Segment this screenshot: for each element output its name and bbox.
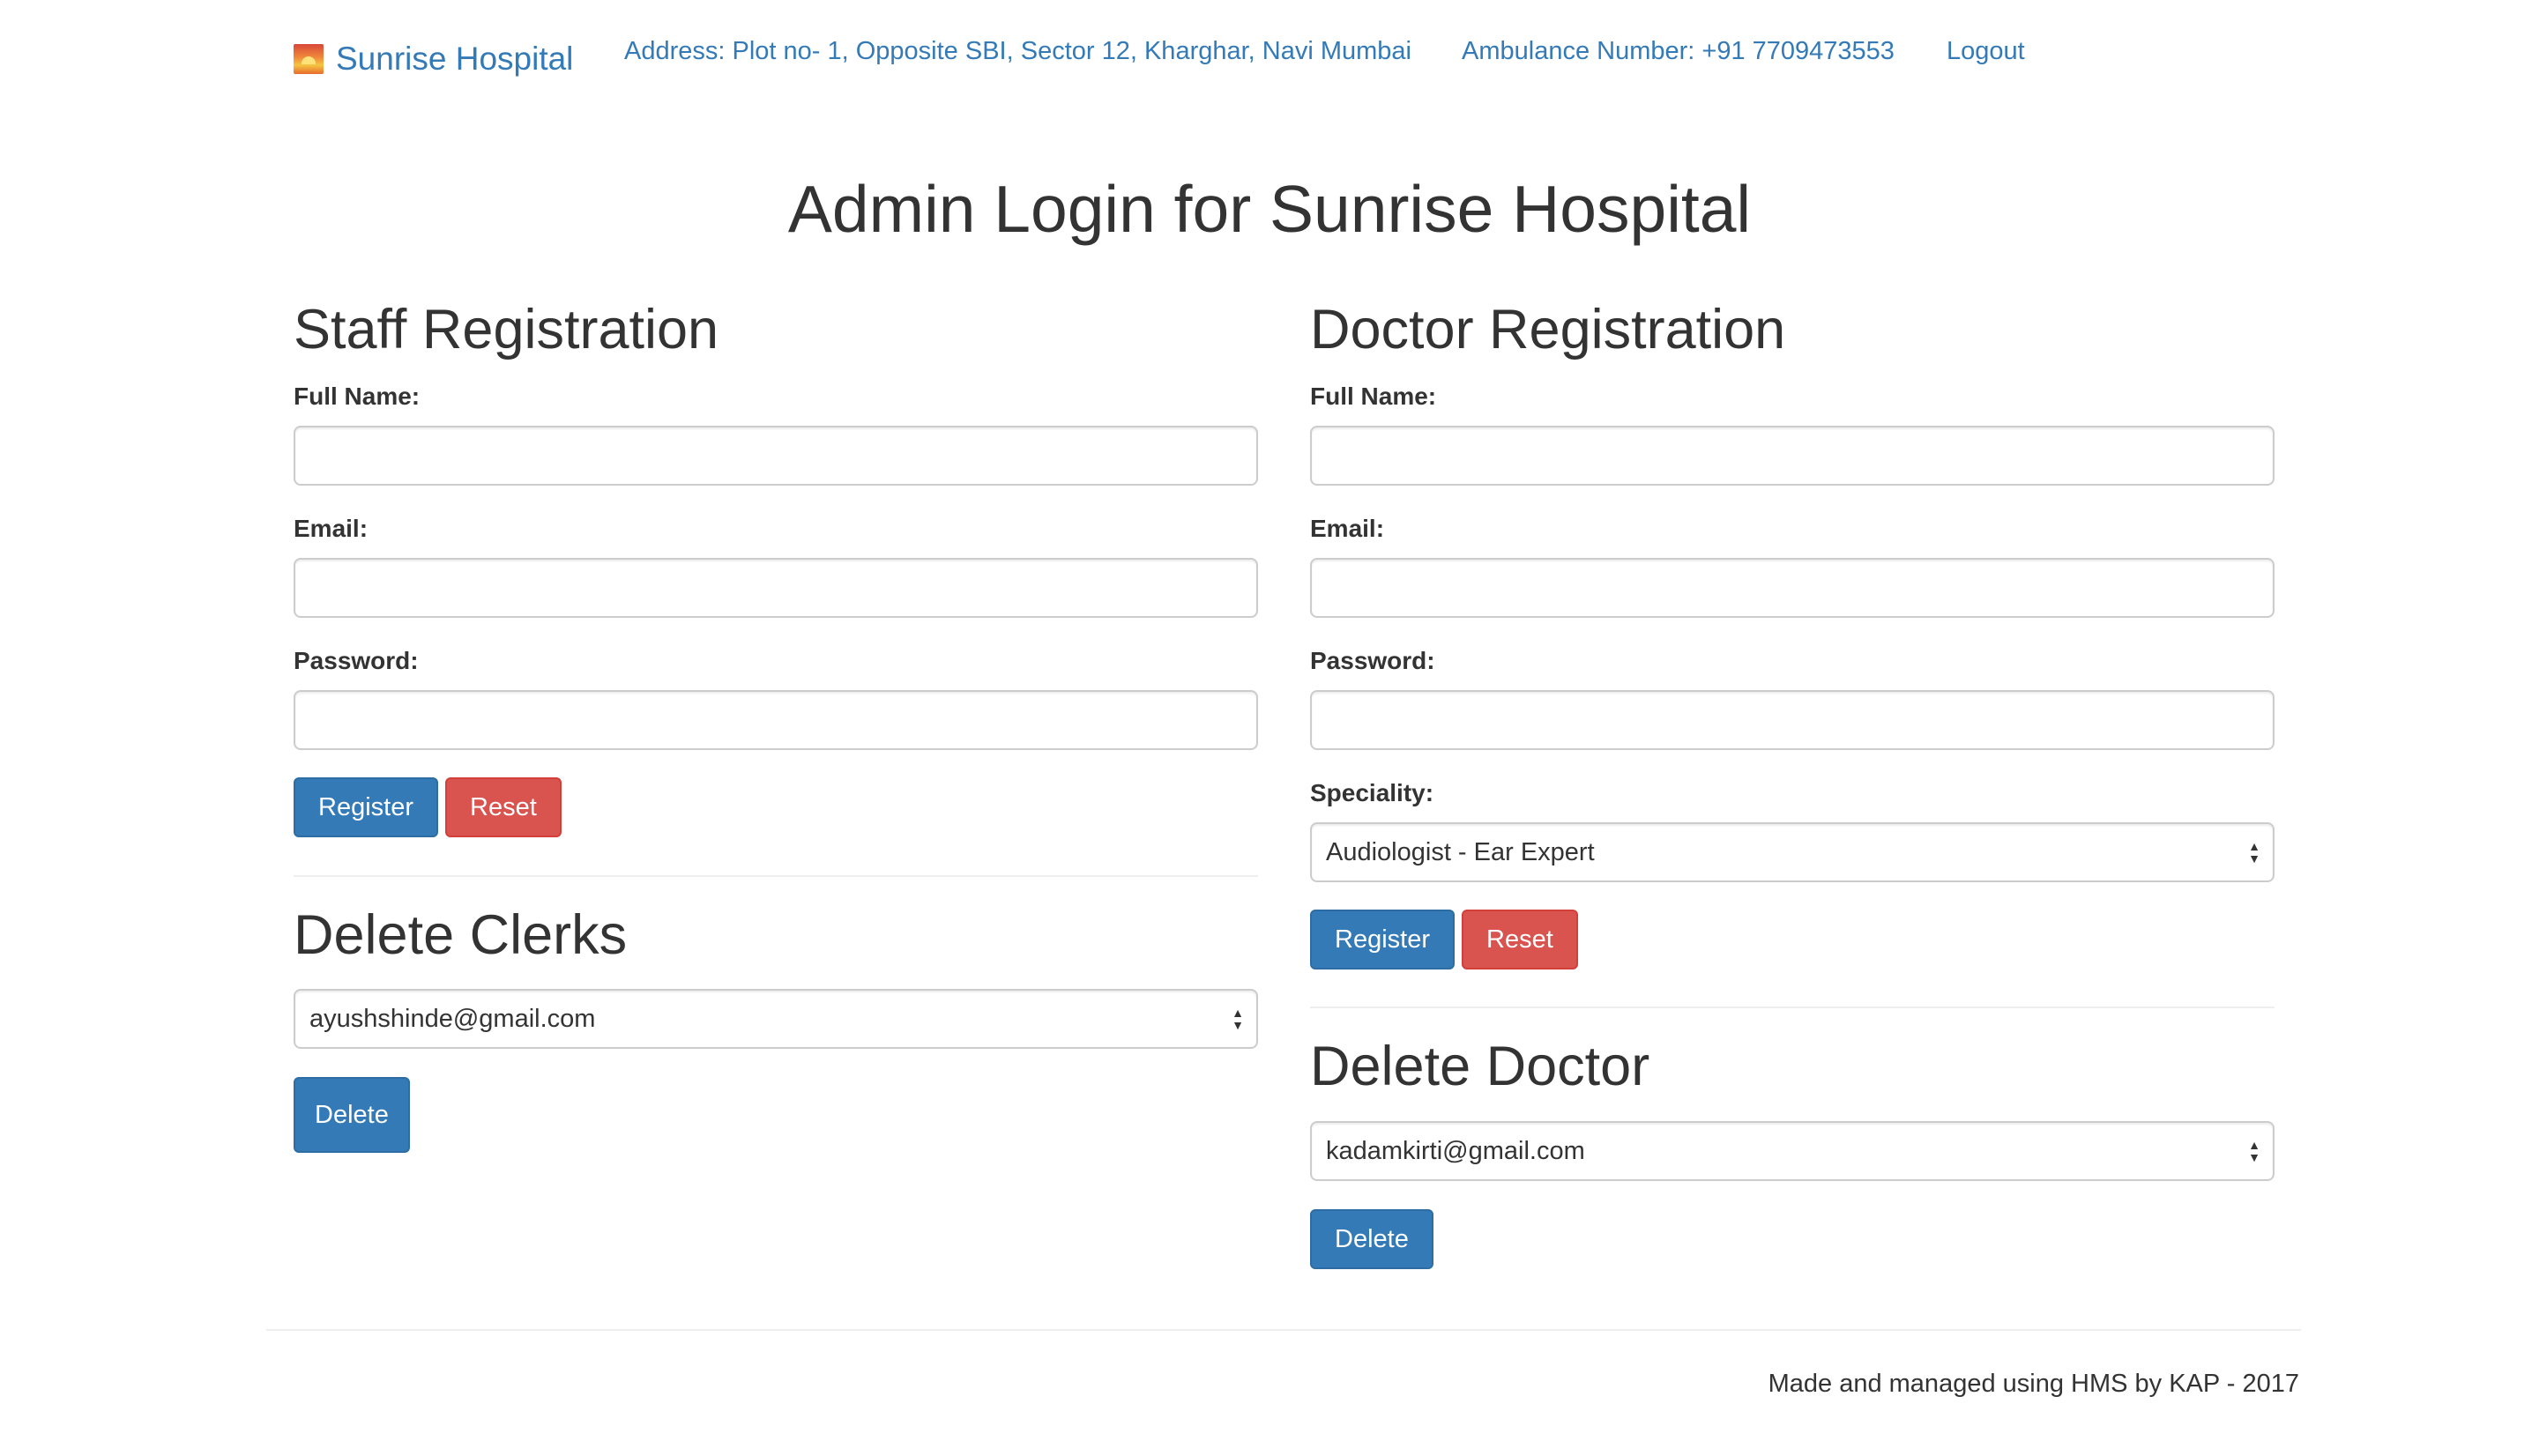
select-arrows-icon: ▲ ▼ — [1232, 1006, 1244, 1032]
brand-name: Sunrise Hospital — [336, 41, 574, 77]
select-arrows-icon: ▲ ▼ — [2248, 1138, 2260, 1164]
delete-doctor-select[interactable]: kadamkirti@gmail.com ▲ ▼ — [1310, 1121, 2275, 1181]
footer-divider — [266, 1329, 2301, 1331]
staff-register-button[interactable]: Register — [294, 777, 438, 837]
delete-clerks-selected: ayushshinde@gmail.com — [309, 1004, 596, 1033]
staff-password-input[interactable] — [294, 690, 1258, 750]
staff-email-input[interactable] — [294, 558, 1258, 618]
staff-registration-heading: Staff Registration — [294, 299, 719, 360]
address-link[interactable]: Address: Plot no- 1, Opposite SBI, Secto… — [624, 37, 1411, 66]
delete-clerks-select[interactable]: ayushshinde@gmail.com ▲ ▼ — [294, 989, 1258, 1049]
page-title: Admin Login for Sunrise Hospital — [787, 172, 1752, 246]
divider — [294, 875, 1258, 877]
select-arrows-icon: ▲ ▼ — [2248, 839, 2260, 865]
staff-email-label: Email: — [294, 515, 369, 542]
doctor-password-input[interactable] — [1310, 690, 2275, 750]
brand-link[interactable]: Sunrise Hospital — [294, 41, 573, 78]
doctor-email-input[interactable] — [1310, 558, 2275, 618]
footer-text: Made and managed using HMS by KAP - 2017 — [1768, 1370, 2299, 1398]
delete-doctor-heading: Delete Doctor — [1310, 1036, 1650, 1097]
logout-link[interactable]: Logout — [1947, 37, 2025, 66]
doctor-button-row: Register Reset — [1310, 910, 1578, 969]
doctor-register-button[interactable]: Register — [1310, 910, 1455, 969]
speciality-label: Speciality: — [1310, 779, 1434, 806]
delete-doctor-button[interactable]: Delete — [1310, 1209, 1433, 1269]
doctor-full-name-label: Full Name: — [1310, 383, 1437, 410]
doctor-full-name-input[interactable] — [1310, 426, 2275, 486]
ambulance-link[interactable]: Ambulance Number: +91 7709473553 — [1462, 37, 1895, 66]
navbar: Sunrise Hospital Address: Plot no- 1, Op… — [0, 0, 2539, 115]
staff-reset-button[interactable]: Reset — [445, 777, 562, 837]
delete-doctor-selected: kadamkirti@gmail.com — [1326, 1136, 1585, 1165]
divider — [1310, 1007, 2275, 1008]
delete-clerks-heading: Delete Clerks — [294, 904, 628, 966]
doctor-registration-heading: Doctor Registration — [1310, 299, 1786, 360]
staff-button-row: Register Reset — [294, 777, 562, 837]
doctor-password-label: Password: — [1310, 647, 1435, 674]
staff-full-name-label: Full Name: — [294, 383, 421, 410]
speciality-selected: Audiologist - Ear Expert — [1326, 837, 1595, 866]
delete-clerk-button[interactable]: Delete — [294, 1077, 410, 1153]
staff-full-name-input[interactable] — [294, 426, 1258, 486]
speciality-select[interactable]: Audiologist - Ear Expert ▲ ▼ — [1310, 822, 2275, 882]
sunrise-icon — [294, 44, 324, 74]
staff-password-label: Password: — [294, 647, 419, 674]
doctor-reset-button[interactable]: Reset — [1462, 910, 1578, 969]
doctor-email-label: Email: — [1310, 515, 1385, 542]
